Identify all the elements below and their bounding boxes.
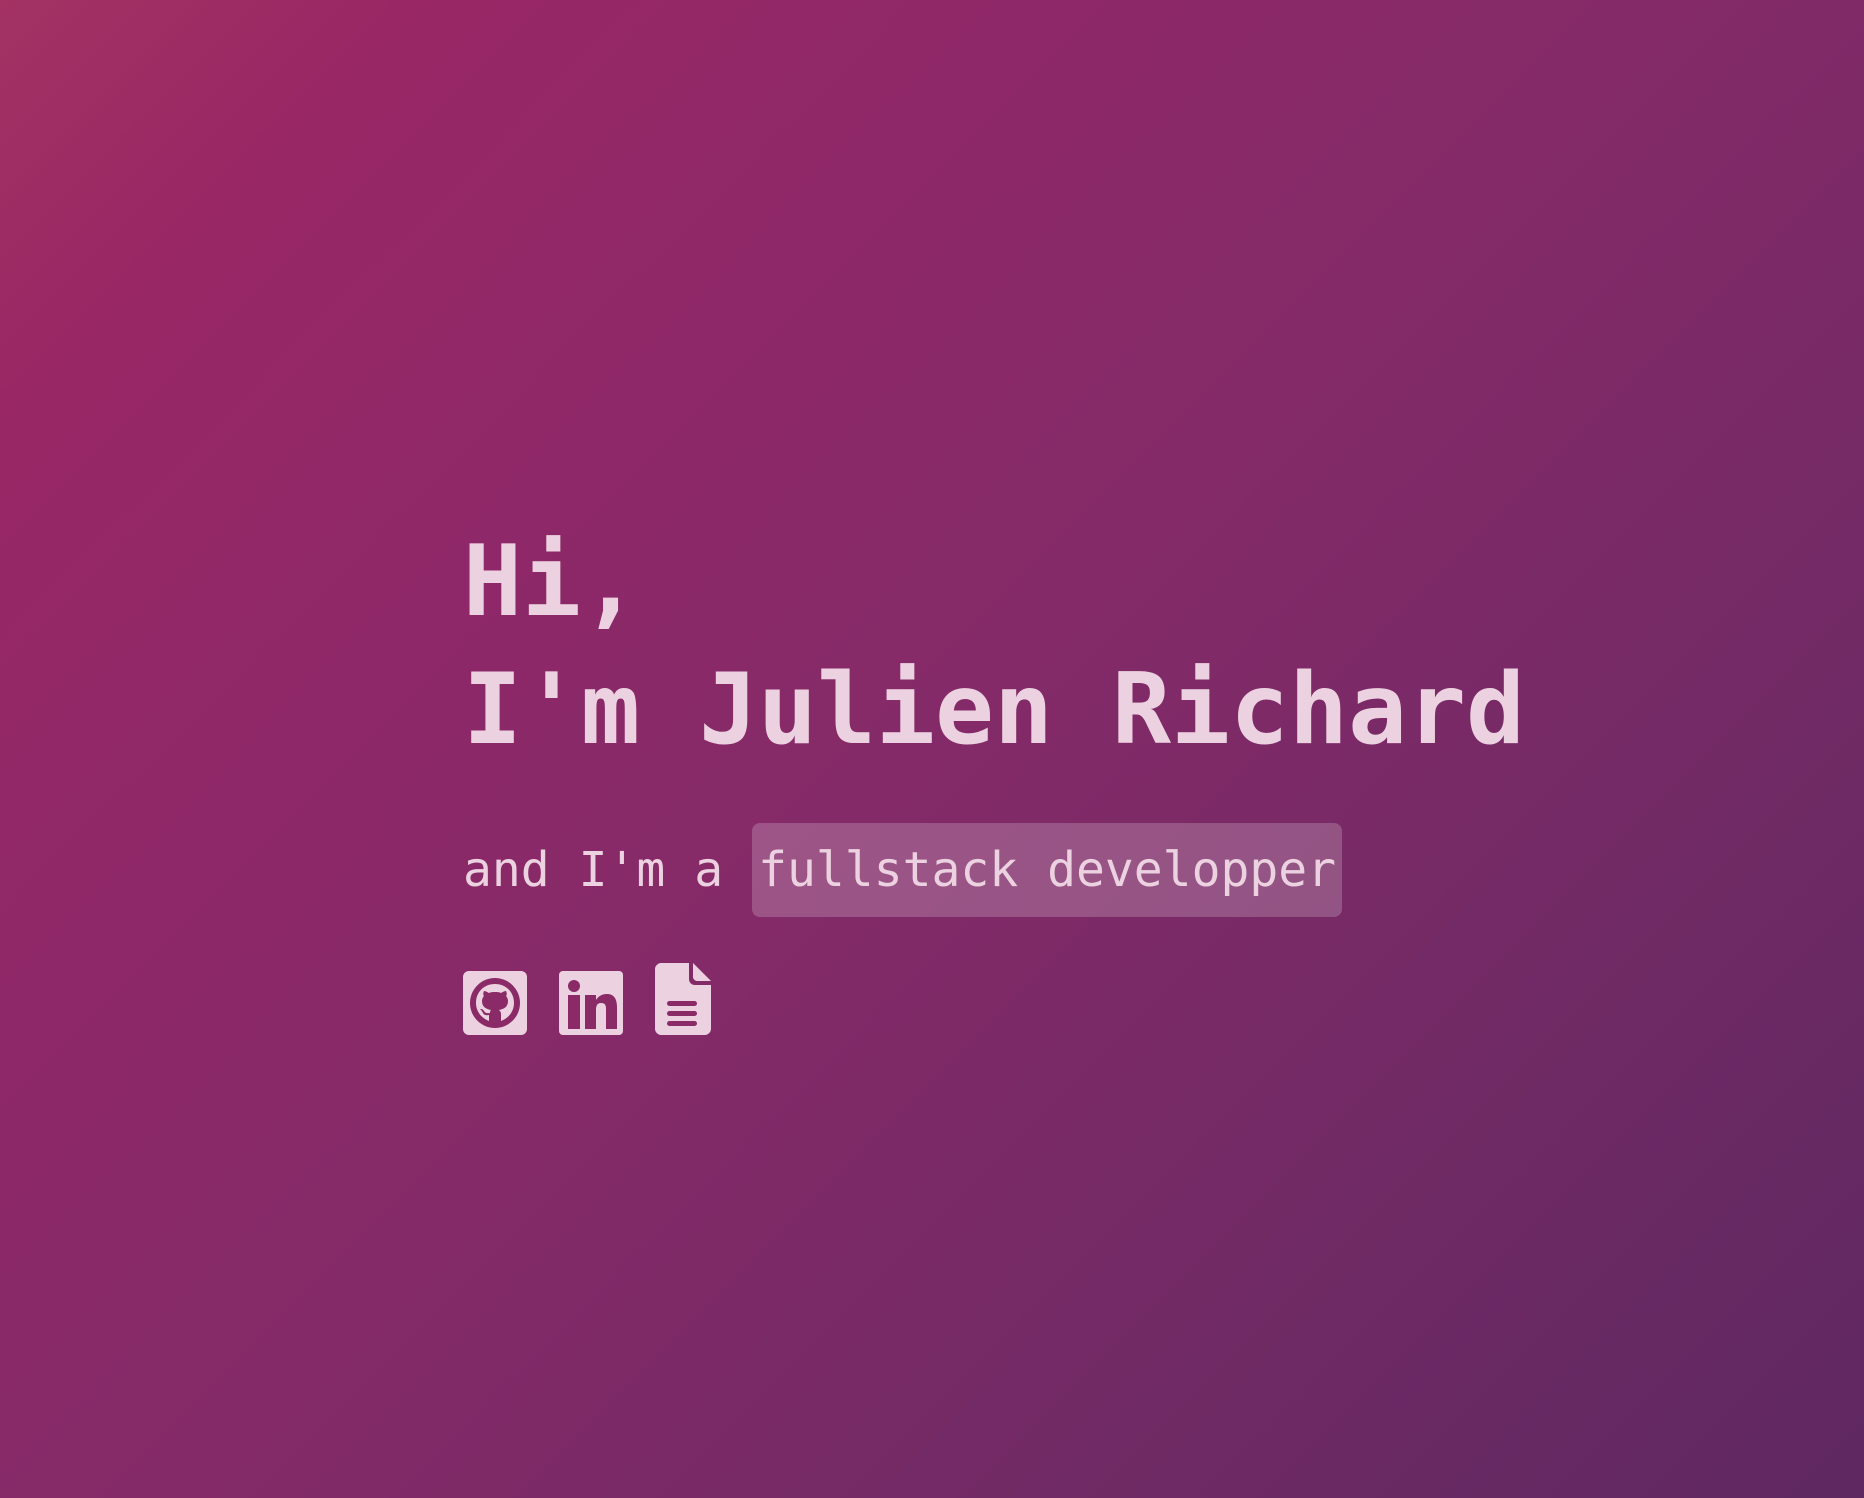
social-links [463,963,1563,1035]
github-link[interactable] [463,971,527,1035]
tagline: and I'm a fullstack developper [463,823,1563,917]
greeting-heading: Hi, I'm Julien Richard [463,518,1563,774]
resume-link[interactable] [655,963,711,1035]
greeting-line-1: Hi, [463,525,641,639]
greeting-line-2: I'm Julien Richard [463,653,1526,767]
document-icon [655,963,711,1035]
linkedin-link[interactable] [559,971,623,1035]
github-icon [463,971,527,1035]
tagline-prefix: and I'm a [463,842,724,898]
hero-section: Hi, I'm Julien Richard and I'm a fullsta… [463,518,1563,1035]
tagline-highlight: fullstack developper [752,823,1343,917]
linkedin-icon [559,971,623,1035]
